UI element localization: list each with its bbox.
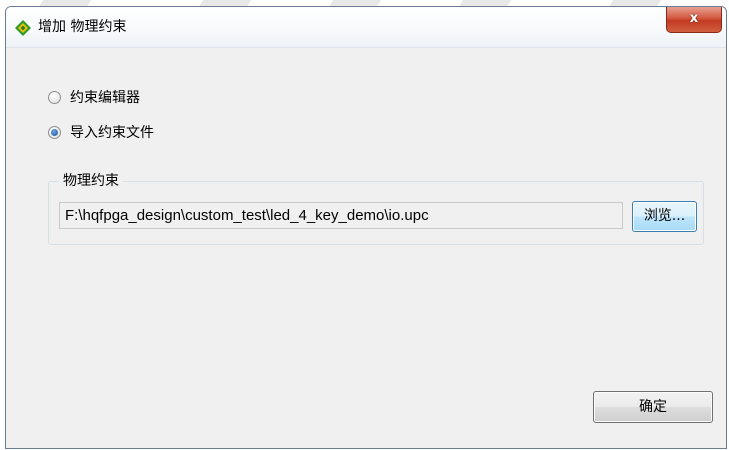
constraint-file-path-input[interactable] <box>59 202 623 229</box>
browse-button[interactable]: 浏览... <box>632 201 697 232</box>
close-button[interactable]: x <box>666 7 722 33</box>
radio-import-constraint-file[interactable] <box>48 126 61 139</box>
physical-constraint-group: 物理约束 浏览... <box>48 172 704 245</box>
title-bar[interactable]: 增加 物理约束 x <box>6 7 726 48</box>
diamond-logo-icon <box>15 20 31 36</box>
constraint-editor-label: 约束编辑器 <box>70 90 140 106</box>
dialog-window: 增加 物理约束 x 约束编辑器 导入约束文件 物理约束 浏览... 确定 <box>5 6 727 449</box>
radio-constraint-editor[interactable] <box>48 91 61 104</box>
close-icon: x <box>689 11 699 26</box>
dialog-content: 约束编辑器 导入约束文件 物理约束 浏览... 确定 <box>6 48 726 448</box>
import-constraint-file-label: 导入约束文件 <box>70 125 154 141</box>
ok-button[interactable]: 确定 <box>593 391 713 423</box>
window-title: 增加 物理约束 <box>38 19 127 35</box>
group-legend: 物理约束 <box>59 172 123 190</box>
